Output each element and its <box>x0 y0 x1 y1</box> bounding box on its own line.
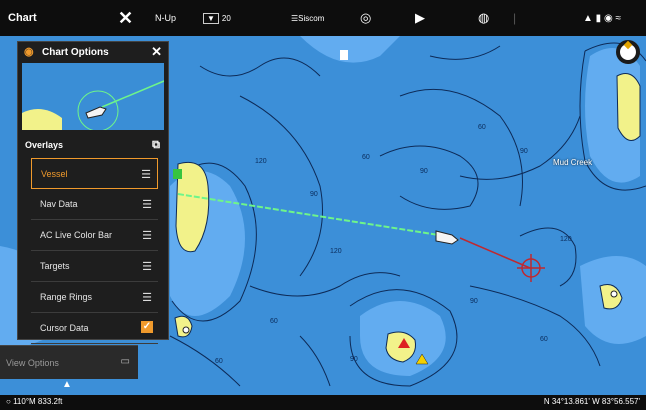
overlay-item-label: Nav Data <box>40 199 78 209</box>
depth-label: 60 <box>270 318 278 325</box>
view-options-label: View Options <box>6 357 59 368</box>
depth-label: 90 <box>350 356 358 363</box>
app-title: Chart <box>8 12 37 24</box>
overlay-item-vessel[interactable]: Vessel ☰ <box>31 158 158 189</box>
depth-label: 90 <box>520 148 528 155</box>
list-menu-icon[interactable]: ☰ <box>142 229 152 242</box>
range-button[interactable]: ▼ 20 <box>203 0 231 36</box>
depth-label: 60 <box>362 154 370 161</box>
range-box-icon: ▼ <box>203 12 219 24</box>
x-icon: ✕ <box>118 7 134 28</box>
heading-value: 110°M 833.2ft <box>13 397 63 406</box>
list-menu-icon[interactable]: ☰ <box>141 168 151 181</box>
list-menu-icon[interactable]: ☰ <box>142 291 152 304</box>
depth-label: 120 <box>330 248 342 255</box>
bottom-status-bar: ○ 110°M 833.2ft N 34°13.861' W 83°56.557… <box>0 395 646 410</box>
sonar-mode-button[interactable]: ☰ Siscom <box>291 0 324 36</box>
eye-icon: ◉ <box>24 46 34 58</box>
overlay-item-targets[interactable]: Targets ☰ <box>31 251 158 282</box>
chart-screen: Chart ✕ N-Up ▼ 20 ☰ Siscom ◎ ▶ ◍ | ▲ ▮ ◉… <box>0 0 646 410</box>
overlay-item-cursor-data[interactable]: Cursor Data ✓ <box>31 313 158 344</box>
top-bar: Chart ✕ N-Up ▼ 20 ☰ Siscom ◎ ▶ ◍ | ▲ ▮ ◉… <box>0 0 646 36</box>
target-icon[interactable]: ◎ <box>360 0 371 36</box>
sliders-icon: ☰ <box>291 13 299 23</box>
separator: | <box>513 11 517 25</box>
depth-label: 90 <box>470 298 478 305</box>
export-icon[interactable]: ⧉ <box>152 139 160 152</box>
panel-title: Chart Options <box>42 46 109 58</box>
depth-label: 60 <box>478 124 486 131</box>
panel-header: ◉ Chart Options <box>18 42 168 62</box>
overlay-item-label: Vessel <box>41 168 68 179</box>
overlay-list: Vessel ☰ Nav Data ☰ AC Live Color Bar ☰ … <box>31 158 158 344</box>
play-icon[interactable]: ▶ <box>415 0 425 36</box>
list-menu-icon[interactable]: ☰ <box>142 260 152 273</box>
chevron-up-icon[interactable]: ▲ <box>62 379 72 390</box>
depth-label: 60 <box>215 358 223 365</box>
overlay-item-label: AC Live Color Bar <box>40 230 113 240</box>
compass-button-icon[interactable]: ◍ <box>478 0 489 36</box>
chart-preview <box>22 63 164 130</box>
view-options-button[interactable]: View Options ▭ <box>0 345 138 379</box>
depth-label: 120 <box>560 236 572 243</box>
close-chart-button[interactable]: ✕ <box>118 0 133 36</box>
checkbox-checked-icon[interactable]: ✓ <box>141 321 153 333</box>
overlay-item-nav-data[interactable]: Nav Data ☰ <box>31 189 158 220</box>
overlay-item-label: Cursor Data <box>40 323 89 333</box>
overlay-item-range-rings[interactable]: Range Rings ☰ <box>31 282 158 313</box>
heading-readout: ○ 110°M 833.2ft <box>6 397 62 406</box>
depth-label: 90 <box>420 168 428 175</box>
overlay-item-label: Targets <box>40 261 70 271</box>
x-icon: ✕ <box>151 44 162 59</box>
close-panel-button[interactable]: ✕ <box>151 44 162 60</box>
sonar-mode-label: Siscom <box>298 13 325 23</box>
status-icons: ▲ ▮ ◉ ≈ <box>583 12 621 24</box>
overlays-label: Overlays <box>25 140 64 150</box>
overlays-section-header: Overlays ⧉ <box>18 135 170 155</box>
gps-icon: ○ <box>6 397 11 406</box>
list-menu-icon[interactable]: ☰ <box>142 198 152 211</box>
coordinate-readout: N 34°13.861' W 83°56.557' <box>543 397 640 406</box>
range-value: 20 <box>221 13 231 23</box>
overlay-item-label: Range Rings <box>40 292 93 302</box>
depth-label: 60 <box>540 336 548 343</box>
depth-label: 120 <box>255 158 267 165</box>
window-icon: ▭ <box>120 356 130 367</box>
preview-graphics <box>22 80 164 130</box>
north-up-button[interactable]: N-Up <box>155 0 176 36</box>
overlay-item-ac-live-color-bar[interactable]: AC Live Color Bar ☰ <box>31 220 158 251</box>
place-label: Mud Creek <box>553 158 593 167</box>
depth-label: 90 <box>310 191 318 198</box>
north-indicator-icon[interactable] <box>616 40 640 64</box>
chart-options-panel: ◉ Chart Options ✕ Overlays ⧉ Vessel ☰ Na… <box>17 41 170 344</box>
